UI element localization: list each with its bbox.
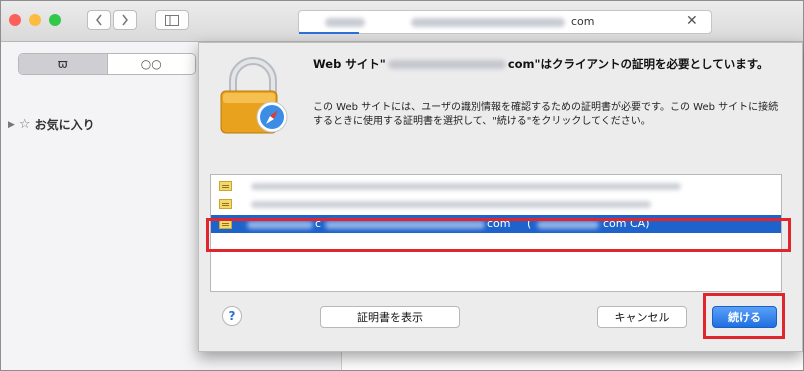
minimize-window-button[interactable] [29,14,41,26]
cancel-button[interactable]: キャンセル [597,306,687,328]
certificate-row[interactable] [211,195,781,213]
tab-bookmarks[interactable]: ϖ [19,54,107,74]
toolbar: com ✕ [1,1,803,42]
highlight-selected-certificate [206,218,791,252]
sidebar-item-favorites[interactable]: ▶ ☆ お気に入り [8,116,95,133]
title-suffix: com"はクライアントの証明を必要としています。 [507,57,769,71]
close-icon[interactable]: ✕ [686,13,698,29]
chevron-right-icon [122,14,128,26]
lock-safari-icon [220,57,288,134]
star-icon: ☆ [18,117,31,132]
question-icon: ? [228,309,236,323]
sidebar-toggle-icon [165,14,179,26]
tab-reading-list[interactable]: ○○ [106,54,195,74]
title-prefix: Web サイト" [313,57,386,71]
redacted-certificate-name [251,201,651,208]
dialog-title: Web サイト" com"はクライアントの証明を必要としています。 [313,57,793,72]
back-button[interactable] [87,10,111,30]
sidebar-item-label: お気に入り [34,118,95,132]
zoom-window-button[interactable] [49,14,61,26]
dialog-message: この Web サイトには、ユーザの識別情報を確認するための証明書が必要です。この… [313,102,779,127]
glasses-icon: ○○ [140,57,162,71]
address-bar[interactable]: com ✕ [298,10,712,34]
redacted-certificate-name [251,183,681,190]
page-load-progress [299,32,359,34]
cancel-label: キャンセル [614,311,670,324]
close-window-button[interactable] [9,14,21,26]
address-blur [325,18,365,27]
show-certificate-label: 証明書を表示 [357,311,423,324]
address-blur [411,18,565,27]
certificate-row[interactable] [211,177,781,195]
sidebar-segmented-control: ϖ ○○ [18,53,196,75]
sidebar-toggle-button[interactable] [155,10,189,30]
forward-button[interactable] [113,10,137,30]
certificate-icon [219,181,232,191]
disclosure-triangle-icon[interactable]: ▶ [8,120,15,130]
certificate-icon [219,199,232,209]
redacted-hostname [387,60,506,69]
chevron-left-icon [96,14,102,26]
show-certificate-button[interactable]: 証明書を表示 [320,306,460,328]
help-button[interactable]: ? [222,306,242,326]
highlight-continue-button [703,293,785,339]
address-text: com [571,15,595,28]
bookmarks-icon: ϖ [57,57,68,71]
